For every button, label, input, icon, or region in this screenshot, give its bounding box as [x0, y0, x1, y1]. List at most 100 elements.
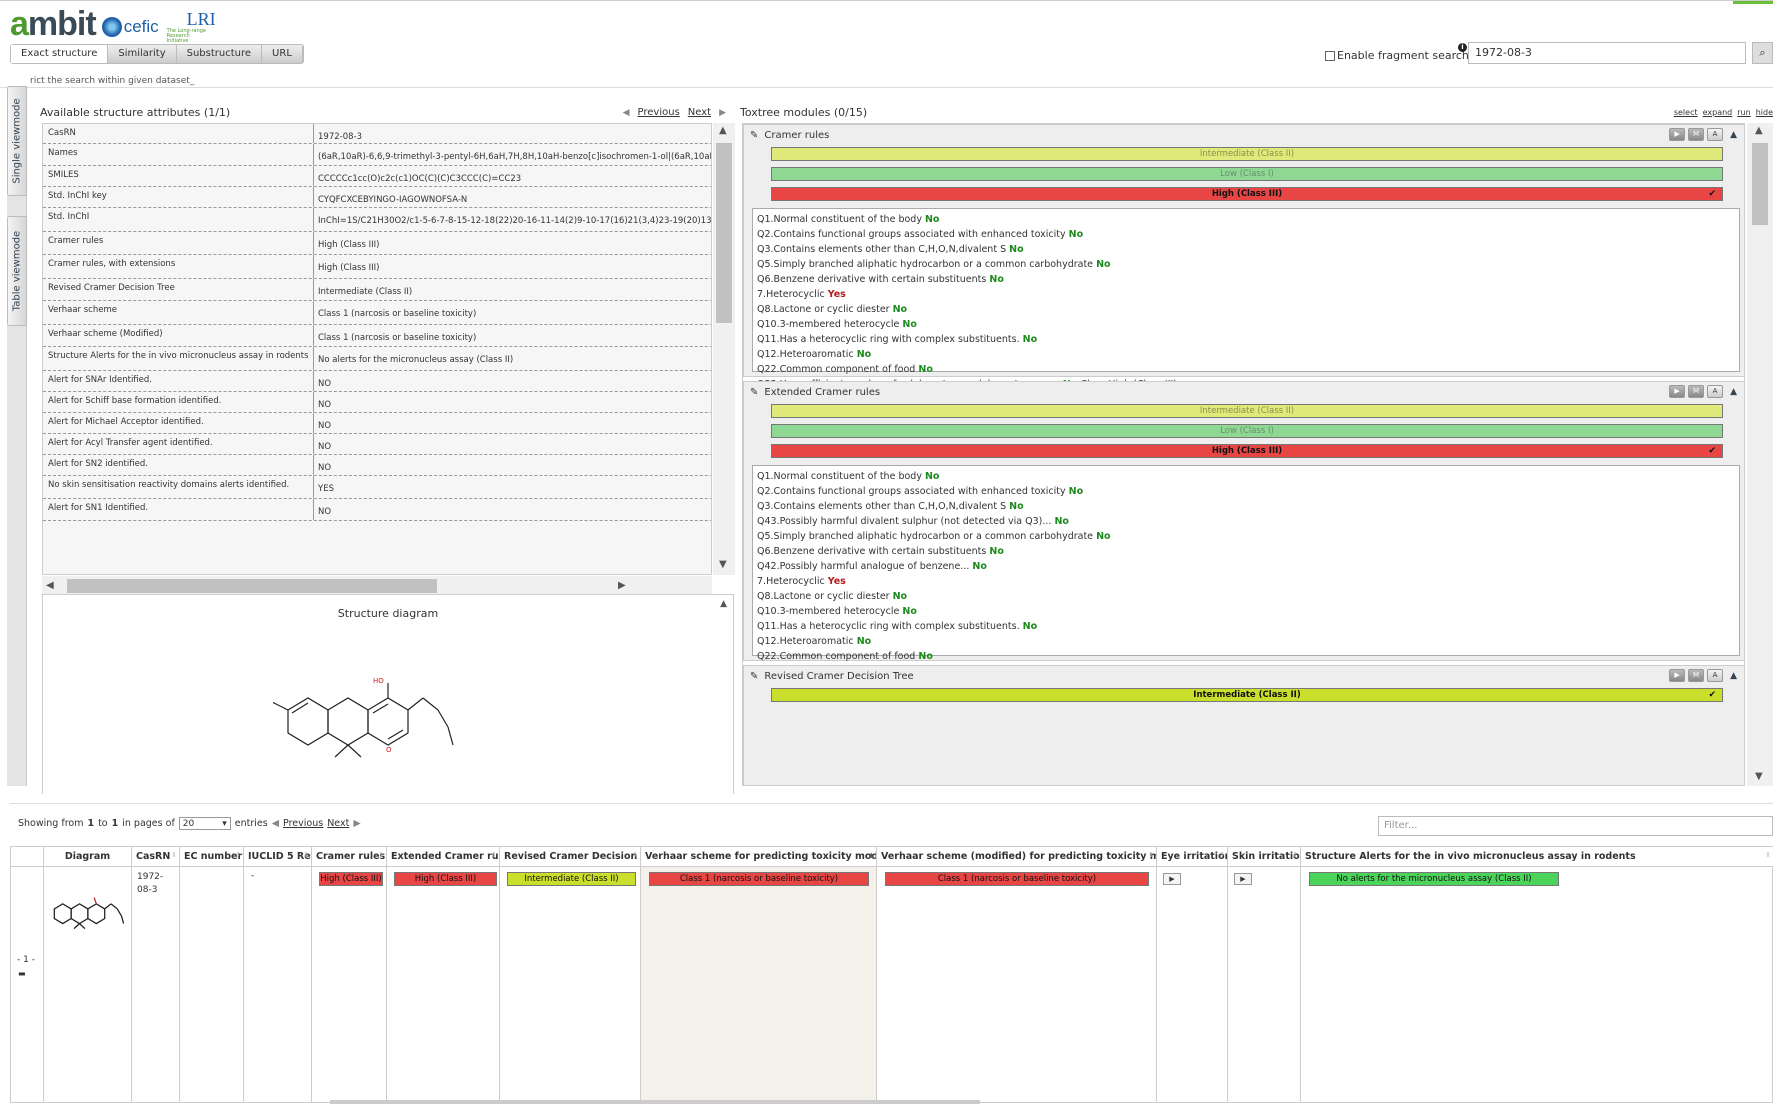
sort-icon[interactable]: ⇕ — [1765, 851, 1771, 859]
folder-icon[interactable]: ▬ — [18, 969, 26, 978]
eye-irritation-run-button[interactable]: ▶ — [1163, 873, 1181, 885]
next-link[interactable]: Next — [327, 818, 349, 829]
class-bar-high[interactable]: High (Class III) ✔ — [771, 187, 1723, 201]
run-link[interactable]: run — [1737, 108, 1750, 117]
attribute-row: Structure Alerts for the in vivo micronu… — [43, 347, 711, 371]
question-text: Q5.Simply branched aliphatic hydrocarbon… — [757, 531, 1094, 542]
sort-icon[interactable]: ⇕ — [1219, 851, 1225, 859]
class-bar-intermediate[interactable]: Intermediate (Class II) — [771, 404, 1723, 418]
run-module-button[interactable]: ▶ — [1669, 669, 1686, 682]
table-header-cell[interactable]: Verhaar scheme for predicting toxicity m… — [641, 847, 877, 867]
sort-icon[interactable]: ⇕ — [235, 851, 241, 859]
tab-exact-structure[interactable]: Exact structure — [11, 45, 109, 63]
model-button[interactable]: M — [1688, 385, 1705, 398]
structure-thumbnail[interactable] — [48, 881, 132, 941]
previous-arrow-icon[interactable]: ◀ — [623, 108, 630, 118]
verhaar-modified-badge[interactable]: Class 1 (narcosis or baseline toxicity) — [885, 872, 1149, 886]
table-header-cell[interactable]: Diagram — [44, 847, 132, 867]
sort-icon[interactable]: ⇕ — [1148, 851, 1154, 859]
previous-link[interactable]: Previous — [638, 107, 680, 118]
apply-button[interactable]: A — [1707, 669, 1724, 682]
expand-link[interactable]: expand — [1703, 108, 1733, 117]
run-module-button[interactable]: ▶ — [1669, 128, 1686, 141]
next-arrow-icon[interactable]: ▶ — [719, 108, 726, 118]
scroll-right-icon[interactable]: ▶ — [618, 580, 626, 591]
collapse-up-icon[interactable]: ▲ — [1730, 671, 1737, 681]
edit-pencil-icon[interactable]: ✎ — [750, 130, 758, 141]
page-size-select[interactable]: 20 ▾ — [178, 817, 231, 830]
table-header-cell[interactable]: Revised Cramer Decision Tree⇕ — [500, 847, 641, 867]
apply-button[interactable]: A — [1707, 128, 1724, 141]
micronucleus-badge[interactable]: No alerts for the micronucleus assay (Cl… — [1309, 872, 1559, 886]
search-input[interactable]: 1972-08-3 — [1468, 42, 1746, 64]
scroll-up-icon[interactable]: ▲ — [719, 125, 727, 136]
scroll-down-icon[interactable]: ▼ — [719, 559, 727, 570]
tab-similarity[interactable]: Similarity — [108, 45, 177, 63]
restrict-dataset-hint[interactable]: rict the search within given dataset_ — [30, 76, 194, 86]
table-header-cell[interactable]: EC number ⇕ — [180, 847, 244, 867]
select-link[interactable]: select — [1674, 108, 1698, 117]
attributes-horizontal-scrollbar[interactable]: ◀ ▶ — [42, 576, 712, 596]
edit-pencil-icon[interactable]: ✎ — [750, 671, 758, 682]
collapse-up-icon[interactable]: ▲ — [1730, 387, 1737, 397]
skin-irritation-run-button[interactable]: ▶ — [1234, 873, 1252, 885]
model-button[interactable]: M — [1688, 128, 1705, 141]
table-header-cell[interactable]: CasRN ⇕ — [132, 847, 180, 867]
toxtree-vertical-scrollbar[interactable]: ▲ ▼ — [1747, 123, 1773, 786]
extended-cramer-badge[interactable]: High (Class III) — [394, 872, 497, 886]
next-link[interactable]: Next — [688, 107, 711, 118]
hide-link[interactable]: hide — [1756, 108, 1773, 117]
scroll-thumb[interactable] — [716, 143, 732, 323]
sort-icon[interactable]: ⇕ — [1292, 851, 1298, 859]
fragment-search-checkbox[interactable] — [1325, 50, 1335, 61]
next-arrow-icon[interactable]: ▶ — [353, 818, 360, 829]
previous-link[interactable]: Previous — [283, 818, 323, 829]
run-module-button[interactable]: ▶ — [1669, 385, 1686, 398]
sort-icon[interactable]: ⇕ — [378, 851, 384, 859]
search-button[interactable]: ⌕ — [1752, 42, 1773, 64]
tab-single-viewmode[interactable]: Single viewmode — [7, 86, 27, 196]
table-header-cell[interactable]: Verhaar scheme (modified) for predicting… — [877, 847, 1157, 867]
tab-table-viewmode[interactable]: Table viewmode — [7, 216, 27, 326]
table-header-cell[interactable]: IUCLID 5 Refer⇕ — [244, 847, 312, 867]
collapse-up-icon[interactable]: ▲ — [720, 599, 727, 609]
edit-pencil-icon[interactable]: ✎ — [750, 387, 758, 398]
model-button[interactable]: M — [1688, 669, 1705, 682]
ambit-logo[interactable]: ambit cefic LRI The Long-range Research I… — [10, 7, 225, 44]
scroll-thumb[interactable] — [1752, 143, 1768, 225]
row-index[interactable]: - 1 - — [17, 955, 35, 965]
table-horizontal-scrollbar[interactable] — [330, 1100, 980, 1104]
class-bar-low[interactable]: Low (Class I) — [771, 424, 1723, 438]
tab-substructure[interactable]: Substructure — [176, 45, 263, 63]
class-bar-low[interactable]: Low (Class I) — [771, 167, 1723, 181]
scroll-thumb[interactable] — [67, 579, 437, 593]
sort-icon[interactable]: ⇕ — [171, 851, 177, 859]
verhaar-badge[interactable]: Class 1 (narcosis or baseline toxicity) — [649, 872, 869, 886]
fragment-search-option[interactable]: Enable fragment search — [1325, 49, 1469, 62]
table-header-cell[interactable]: Skin irritation ⇕ — [1228, 847, 1301, 867]
apply-button[interactable]: A — [1707, 385, 1724, 398]
sort-icon[interactable]: ⇕ — [303, 851, 309, 859]
sort-icon[interactable]: ⇕ — [491, 851, 497, 859]
sort-icon[interactable]: ▲ — [869, 851, 874, 859]
cramer-badge[interactable]: High (Class III) — [319, 872, 383, 886]
class-bar-intermediate[interactable]: Intermediate (Class II) — [771, 147, 1723, 161]
table-header-cell[interactable]: Extended Cramer rules⇕ — [387, 847, 500, 867]
class-bar-high[interactable]: High (Class III) ✔ — [771, 444, 1723, 458]
info-icon[interactable]: i — [1458, 43, 1467, 52]
scroll-left-icon[interactable]: ◀ — [46, 580, 54, 591]
sort-icon[interactable]: ⇕ — [632, 851, 638, 859]
scroll-down-icon[interactable]: ▼ — [1755, 771, 1763, 782]
class-bar-intermediate[interactable]: Intermediate (Class II) ✔ — [771, 688, 1723, 702]
table-header-cell[interactable]: Structure Alerts for the in vivo micronu… — [1301, 847, 1773, 867]
scroll-up-icon[interactable]: ▲ — [1755, 125, 1763, 136]
revised-cramer-badge[interactable]: Intermediate (Class II) — [507, 872, 636, 886]
attributes-vertical-scrollbar[interactable]: ▲ ▼ — [713, 123, 735, 575]
table-header-cell[interactable]: Cramer rules ⇕ — [312, 847, 387, 867]
previous-arrow-icon[interactable]: ◀ — [272, 818, 279, 829]
table-filter-input[interactable]: Filter... — [1378, 816, 1773, 836]
question-answer: No — [1068, 229, 1084, 240]
tab-url[interactable]: URL — [262, 45, 303, 63]
table-header-cell[interactable]: Eye irritation ⇕ — [1157, 847, 1228, 867]
collapse-up-icon[interactable]: ▲ — [1730, 130, 1737, 140]
